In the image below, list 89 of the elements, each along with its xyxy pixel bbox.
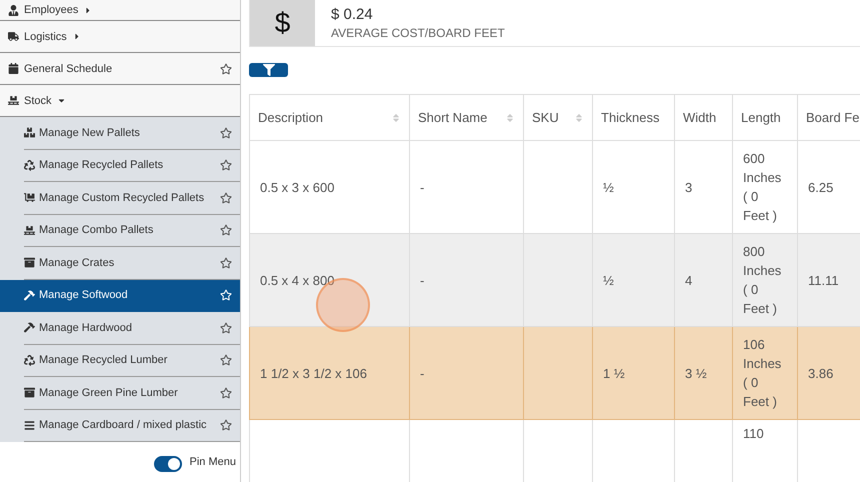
sidebar-item-icon bbox=[24, 290, 35, 301]
sidebar-item-label: Stock bbox=[24, 94, 52, 106]
sidebar-subitem[interactable]: Manage Green Pine Lumber bbox=[0, 377, 240, 410]
sort-icon bbox=[391, 112, 401, 122]
table-cell: 110 bbox=[732, 420, 798, 482]
column-header[interactable]: Description bbox=[250, 94, 410, 140]
star-icon[interactable] bbox=[220, 289, 232, 302]
sidebar-item-icon bbox=[24, 192, 35, 204]
table-cell: 0.5 x 3 x 600 bbox=[250, 140, 410, 234]
sidebar-item-label: Employees bbox=[24, 4, 78, 16]
column-header-label: SKU bbox=[532, 110, 559, 125]
column-header-label: Thickness bbox=[601, 110, 660, 125]
sidebar-item[interactable]: Employees bbox=[0, 0, 240, 21]
table-cell: 800 Inches ( 0 Feet ) bbox=[732, 234, 798, 326]
column-header[interactable]: SKU bbox=[524, 94, 592, 140]
sidebar-item[interactable]: General Schedule bbox=[0, 53, 240, 85]
sidebar-item-icon bbox=[24, 127, 35, 138]
sidebar-subitem[interactable]: Manage Recycled Lumber bbox=[0, 344, 240, 377]
table-cell: - bbox=[410, 140, 524, 234]
table-cell: 106 Inches ( 0 Feet ) bbox=[732, 326, 798, 420]
sidebar-item[interactable]: Logistics bbox=[0, 21, 240, 53]
sidebar-item-icon bbox=[24, 322, 35, 334]
column-header-label: Board Fe bbox=[806, 110, 860, 125]
sidebar-subitem[interactable]: Manage New Pallets bbox=[0, 117, 240, 150]
sidebar-item-label: Manage Softwood bbox=[39, 289, 129, 302]
sidebar-item-icon bbox=[24, 420, 35, 431]
pin-menu-toggle[interactable] bbox=[154, 456, 182, 472]
sidebar-item-icon bbox=[8, 4, 19, 16]
star-icon[interactable] bbox=[220, 159, 232, 172]
sidebar-item-label: General Schedule bbox=[24, 62, 114, 74]
star-icon[interactable] bbox=[220, 192, 232, 204]
sidebar-item-label: Manage Combo Pallets bbox=[39, 224, 154, 236]
dollar-symbol: $ bbox=[250, 0, 315, 46]
sidebar-item-label: Manage Hardwood bbox=[39, 322, 133, 334]
table-cell: 600 Inches ( 0 Feet ) bbox=[732, 140, 798, 234]
table-cell: 4 bbox=[674, 234, 732, 326]
sidebar-item-label: Logistics bbox=[24, 30, 67, 42]
star-icon[interactable] bbox=[220, 419, 232, 432]
sidebar-item-label: Manage Green Pine Lumber bbox=[39, 386, 179, 399]
sidebar-item-label: Manage Recycled Lumber bbox=[39, 354, 168, 366]
sidebar-subitem[interactable]: Manage Softwood bbox=[0, 280, 240, 312]
column-header-label: Length bbox=[741, 110, 781, 125]
star-icon[interactable] bbox=[220, 256, 232, 269]
column-header-label: Width bbox=[683, 110, 716, 125]
sidebar-item-label: Manage Custom Recycled Pallets bbox=[39, 192, 206, 204]
star-icon[interactable] bbox=[220, 224, 232, 236]
table-cell: 3 bbox=[674, 140, 732, 234]
sidebar-item-icon bbox=[24, 257, 35, 268]
table-cell: 6.25 bbox=[798, 140, 860, 234]
sidebar-subitem[interactable]: Manage Recycled Pallets bbox=[0, 150, 240, 182]
table-cell: 1 1/2 x 3 1/2 x 106 bbox=[250, 326, 410, 420]
sidebar-subitem[interactable]: Manage Combo Pallets bbox=[0, 214, 240, 247]
sidebar-item-label: Manage Recycled Pallets bbox=[39, 159, 164, 172]
sidebar-item-icon bbox=[8, 95, 19, 106]
star-icon[interactable] bbox=[220, 354, 232, 366]
star-icon[interactable] bbox=[220, 386, 232, 399]
sidebar-subitem[interactable]: Manage Custom Recycled Pallets bbox=[0, 182, 240, 214]
column-header-label: Description bbox=[258, 110, 324, 125]
sidebar-item-icon bbox=[8, 31, 19, 42]
sidebar-item-icon bbox=[24, 160, 35, 171]
sidebar-item-label: Manage Cardboard / mixed plastic bbox=[39, 419, 208, 432]
filter-button[interactable] bbox=[249, 63, 288, 77]
sidebar-item-icon bbox=[24, 224, 35, 236]
table-cell: ½ bbox=[592, 140, 674, 234]
stat-value: $ 0.24 bbox=[331, 6, 374, 23]
sidebar-item-icon bbox=[8, 63, 19, 74]
star-icon[interactable] bbox=[220, 126, 232, 139]
sort-icon bbox=[505, 112, 515, 122]
stat-label: AVERAGE COST/BOARD FEET bbox=[331, 26, 505, 40]
table-cell: 11.11 bbox=[798, 234, 860, 326]
sidebar-item-label: Manage Crates bbox=[39, 256, 116, 269]
table-cell: ½ bbox=[592, 234, 674, 326]
star-icon[interactable] bbox=[220, 322, 232, 334]
table-cell: 0.5 x 4 x 800 bbox=[250, 234, 410, 326]
table-cell: 1 ½ bbox=[592, 326, 674, 420]
sort-icon bbox=[574, 112, 584, 122]
table-cell: 3.86 bbox=[798, 326, 860, 420]
sidebar-item-icon bbox=[24, 387, 35, 398]
sidebar-item-label: Manage New Pallets bbox=[39, 126, 141, 139]
table-cell: 3 ½ bbox=[674, 326, 732, 420]
sidebar-subitem[interactable]: Manage Hardwood bbox=[0, 312, 240, 344]
sidebar-item-icon bbox=[24, 354, 35, 366]
column-header-label: Short Name bbox=[418, 110, 488, 125]
table-cell: - bbox=[410, 234, 524, 326]
column-header[interactable]: Short Name bbox=[410, 94, 524, 140]
filter-icon bbox=[262, 64, 274, 76]
pin-menu-label: Pin Menu bbox=[190, 456, 236, 468]
star-icon[interactable] bbox=[220, 62, 232, 74]
table-cell: - bbox=[410, 326, 524, 420]
